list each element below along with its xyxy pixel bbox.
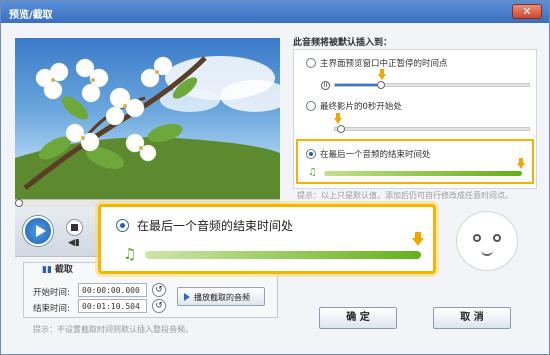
mascot-left-eye: [473, 234, 481, 242]
play-icon[interactable]: [23, 216, 53, 246]
cancel-button[interactable]: 取 消: [433, 307, 511, 329]
end-time-label: 结束时间:: [33, 304, 70, 314]
zero-second-marker-icon: [334, 113, 342, 124]
callout-music-note-icon: ♫: [123, 245, 137, 263]
callout-audio-track: [145, 251, 421, 259]
ok-button[interactable]: 确 定: [319, 307, 397, 329]
mascot-right-eye: [493, 234, 501, 242]
start-time-reset-icon[interactable]: ↺: [152, 283, 166, 297]
music-note-icon: ♫: [308, 167, 317, 178]
pear-blossom-image: [15, 56, 280, 199]
clip-tab: ▮▮ 截取: [42, 262, 73, 275]
start-time-input[interactable]: [78, 283, 147, 297]
pause-point-slider[interactable]: [334, 81, 530, 89]
title-bar: 预览/截取 ✕: [1, 1, 549, 23]
callout-label: 在最后一个音频的结束时间处: [137, 219, 294, 233]
insert-title: 此音频将被默认插入到：: [293, 38, 393, 48]
clip-tab-label: 截取: [54, 265, 73, 275]
zoom-callout: 在最后一个音频的结束时间处 ♫: [98, 204, 436, 274]
insert-hint: 提示：以上只是默认值，添加后仍可自行修改成任意时间点。: [297, 191, 513, 200]
window-title: 预览/截取: [9, 10, 53, 21]
callout-radio: [116, 219, 129, 232]
volume-icon[interactable]: ◀▮: [68, 238, 80, 248]
mascot-icon: [456, 211, 518, 271]
stop-icon[interactable]: [66, 219, 83, 236]
option-last-audio-radio[interactable]: [306, 149, 316, 159]
callout-marker-icon: [412, 232, 424, 246]
last-audio-marker-icon: [517, 158, 525, 169]
option-zero-second-radio[interactable]: [306, 101, 316, 111]
video-preview: [15, 38, 280, 199]
end-time-input[interactable]: [78, 299, 147, 313]
clip-hint: 提示：不设置截取时间则默认插入整段音频。: [33, 325, 193, 334]
play-clip-button[interactable]: 播放截取的音频: [177, 287, 265, 306]
end-time-reset-icon[interactable]: ↺: [152, 299, 166, 313]
zero-second-slider[interactable]: [334, 125, 530, 133]
start-time-row: 开始时间: ↺: [33, 283, 166, 298]
play-clip-label: 播放截取的音频: [194, 293, 250, 302]
option-zero-second-label[interactable]: 最终影片的0秒开始处: [320, 100, 402, 112]
start-time-label: 开始时间:: [33, 288, 70, 298]
pause-point-slider-knob[interactable]: [377, 81, 385, 89]
option-last-audio-label[interactable]: 在最后一个音频的结束时间处: [320, 148, 431, 160]
pause-icon: II: [321, 81, 330, 90]
close-button[interactable]: ✕: [512, 4, 542, 19]
mascot-mouth: [481, 250, 493, 256]
option-pause-point-radio[interactable]: [306, 58, 316, 68]
film-icon: ▮▮: [42, 265, 52, 275]
pause-point-slider-fill: [335, 84, 381, 86]
seek-knob[interactable]: [15, 199, 23, 207]
zero-second-slider-knob[interactable]: [337, 125, 345, 133]
pause-point-marker-icon: [378, 69, 386, 80]
option-pause-point-label[interactable]: 主界面预览窗口中正暂停的时间点: [320, 57, 448, 69]
last-audio-track: [324, 171, 522, 176]
dialog-window: 预览/截取 ✕ ◀▮ ▮▮ 截取 开始时间: 00:00:00.000 ↺ 结束…: [0, 0, 550, 355]
end-time-row: 结束时间: ↺: [33, 299, 166, 314]
play-clip-icon: [184, 293, 190, 301]
option-last-audio-box[interactable]: 在最后一个音频的结束时间处 ♫: [296, 139, 534, 184]
